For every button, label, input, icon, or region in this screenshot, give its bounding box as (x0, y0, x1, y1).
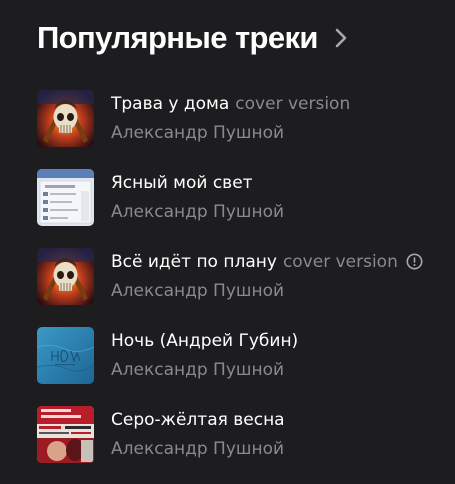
track-title[interactable]: Ночь (Андрей Губин) (111, 329, 298, 353)
chevron-right-icon[interactable] (332, 27, 350, 49)
track-row[interactable]: Серо-жёлтая весна Александр Пушной (37, 405, 447, 463)
track-cover-screenshot-icon[interactable] (37, 168, 94, 226)
track-title-line: Всё идёт по плану cover version (111, 250, 423, 274)
track-info: Ясный мой свет Александр Пушной (111, 171, 284, 224)
track-list: Трава у дома cover version Александр Пуш… (37, 89, 447, 484)
explicit-warning-icon (406, 253, 423, 270)
track-cover-skull-icon[interactable] (37, 89, 94, 147)
section-title[interactable]: Популярные треки (37, 20, 318, 56)
track-artist-link[interactable]: Александр Пушной (111, 121, 350, 145)
track-version: cover version (235, 93, 351, 114)
track-title[interactable]: Трава у дома (111, 92, 229, 116)
track-info: Трава у дома cover version Александр Пуш… (111, 92, 350, 145)
track-row[interactable]: Ясный мой свет Александр Пушной (37, 168, 447, 226)
track-title[interactable]: Ясный мой свет (111, 171, 253, 195)
track-title-line: Трава у дома cover version (111, 92, 350, 116)
track-title-line: Ясный мой свет (111, 171, 284, 195)
track-artist-link[interactable]: Александр Пушной (111, 279, 423, 303)
track-info: Ночь (Андрей Губин) Александр Пушной (111, 329, 298, 382)
track-artist-link[interactable]: Александр Пушной (111, 200, 284, 224)
track-cover-collage-icon[interactable] (37, 405, 94, 463)
track-row[interactable]: Всё идёт по плану cover version Александ… (37, 247, 447, 305)
track-cover-blue-icon[interactable] (37, 326, 94, 384)
track-row[interactable]: Ночь (Андрей Губин) Александр Пушной (37, 326, 447, 384)
track-artist-link[interactable]: Александр Пушной (111, 437, 285, 461)
track-title-line: Серо-жёлтая весна (111, 408, 285, 432)
track-info: Всё идёт по плану cover version Александ… (111, 250, 423, 303)
track-cover-skull-icon[interactable] (37, 247, 94, 305)
track-row[interactable]: Трава у дома cover version Александр Пуш… (37, 89, 447, 147)
section-header[interactable]: Популярные треки (37, 14, 350, 62)
track-info: Серо-жёлтая весна Александр Пушной (111, 408, 285, 461)
track-title[interactable]: Серо-жёлтая весна (111, 408, 285, 432)
track-title-line: Ночь (Андрей Губин) (111, 329, 298, 353)
track-artist-link[interactable]: Александр Пушной (111, 358, 298, 382)
track-title[interactable]: Всё идёт по плану (111, 250, 277, 274)
track-version: cover version (282, 251, 398, 272)
